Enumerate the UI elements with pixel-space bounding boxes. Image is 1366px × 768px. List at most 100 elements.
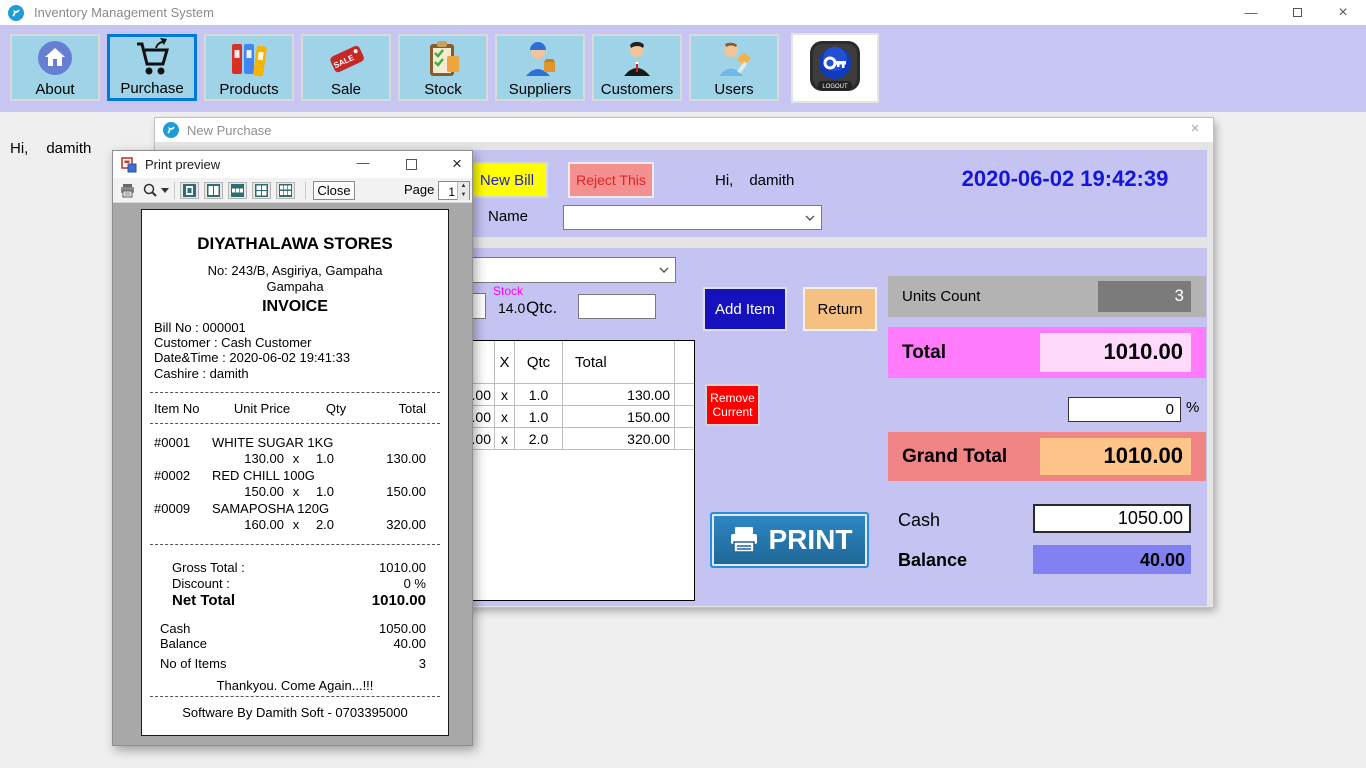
maximize-button[interactable] [1274,0,1320,25]
receipt-items-count-row: No of Items 3 [154,656,426,671]
two-page-view-button[interactable] [204,182,223,199]
six-page-view-button[interactable] [276,182,295,199]
print-preview-window: Print preview — × Close Page 1 ▲ ▼ DIYAT… [112,150,473,746]
user-key-icon [711,36,757,81]
chevron-down-icon [161,188,169,193]
toolbar-separator [174,182,175,199]
one-page-view-button[interactable] [180,182,199,199]
preview-minimize-button[interactable]: — [349,155,377,170]
grid-row[interactable]: .00 x 1.0 150.00 [438,406,694,428]
maximize-icon [406,159,417,170]
receipt-cash-row: Cash 1050.00 [154,621,426,636]
total-value: 1010.00 [1040,333,1191,372]
close-button[interactable]: × [1320,0,1366,25]
customer-name-combobox[interactable] [563,205,822,230]
home-icon [33,36,77,81]
return-button[interactable]: Return [803,287,877,331]
toolbar-button-purchase[interactable]: Purchase [107,34,197,101]
cart-icon [129,36,175,80]
receipt-cashier: Cashire : damith [154,366,249,381]
receipt-divider [150,696,440,697]
new-purchase-titlebar: New Purchase × [155,118,1213,142]
percent-label: % [1186,399,1199,416]
preview-close-button[interactable]: × [443,154,471,174]
sale-tag-icon: SALE [323,36,369,81]
toolbar-button-sale[interactable]: SALE Sale [301,34,391,101]
new-bill-button[interactable]: New Bill [466,162,548,198]
toolbar-button-users[interactable]: Users [689,34,779,101]
discount-input[interactable] [1068,397,1181,422]
printer-icon [727,525,761,555]
toolbar-button-products[interactable]: Products [204,34,294,101]
toolbar-button-about[interactable]: About [10,34,100,101]
four-page-view-button[interactable] [252,182,271,199]
receipt-balance-row: Balance 40.00 [154,636,426,651]
receipt-net-row: Net Total 1010.00 [154,592,426,609]
grid-row[interactable]: .00 x 2.0 320.00 [438,428,694,450]
units-count-label: Units Count [902,288,980,305]
preview-close-toolbar-button[interactable]: Close [313,181,355,200]
balance-value: 40.00 [1033,545,1191,574]
receipt-discount-row: Discount : 0 % [154,576,426,591]
grid-row[interactable]: .00 x 1.0 130.00 [438,384,694,406]
page-number: 1 [439,182,457,199]
print-icon-button[interactable] [119,183,136,198]
purchase-items-grid[interactable]: X Qtc Total .00 x 1.0 130.00 .00 x 1.0 1… [437,340,695,601]
customer-person-icon [614,36,660,81]
chevron-down-icon [805,215,815,221]
minimize-button[interactable]: — [1228,0,1274,25]
receipt-bill-no: Bill No : 000001 [154,320,246,335]
zoom-dropdown-button[interactable] [142,182,169,198]
cash-label: Cash [898,510,940,531]
spinner-down-icon[interactable]: ▼ [457,191,469,200]
binders-icon [226,36,272,81]
units-count-panel: Units Count 3 [888,276,1206,317]
grid-header-x: X [495,341,515,383]
magnifier-icon [142,182,158,198]
spinner-up-icon[interactable]: ▲ [457,182,469,191]
print-preview-titlebar: Print preview — × [113,151,472,178]
logout-label: LOGOUT [822,84,848,90]
receipt-store-name: DIYATHALAWA STORES [142,234,448,254]
toolbar-button-stock[interactable]: Stock [398,34,488,101]
total-panel: Total 1010.00 [888,327,1206,378]
toolbar-button-customers[interactable]: Customers [592,34,682,101]
add-item-button[interactable]: Add Item [703,287,787,331]
logout-key-icon: LOGOUT [804,37,866,99]
receipt-col-qty: Qty [312,401,360,416]
receipt-col-item: Item No [154,401,212,416]
total-label: Total [902,342,946,364]
grand-total-panel: Grand Total 1010.00 [888,432,1206,481]
toolbar-separator [305,182,306,199]
chevron-down-icon [659,267,669,273]
reject-this-button[interactable]: Reject This [568,162,654,198]
stock-value: 14.0 [498,300,525,316]
toolbar-button-suppliers[interactable]: Suppliers [495,34,585,101]
print-button[interactable]: PRINT [710,512,869,568]
app-titlebar: Inventory Management System — × [0,0,1366,25]
three-page-view-button[interactable] [228,182,247,199]
greeting-label: Hi, [10,140,28,157]
receipt-customer: Customer : Cash Customer [154,335,312,350]
receipt-item-row: #0002 RED CHILL 100G [154,468,426,483]
grand-total-value: 1010.00 [1040,438,1191,475]
printer-icon [119,183,136,198]
name-label: Name [488,208,528,225]
form-icon [121,157,137,173]
new-purchase-close-icon[interactable]: × [1185,120,1205,137]
receipt-divider [150,423,440,424]
page-spinner[interactable]: 1 ▲ ▼ [438,181,470,200]
preview-maximize-button[interactable] [397,157,425,175]
receipt-item-row: #0009 SAMAPOSHA 120G [154,501,426,516]
receipt-footer: Software By Damith Soft - 0703395000 [142,705,448,720]
receipt-item-amounts: 160.00 x 2.0 320.00 [154,517,426,532]
receipt-table-header: Item No Unit Price Qty Total [154,401,426,416]
receipt-gross-row: Gross Total : 1010.00 [154,560,426,575]
app-title: Inventory Management System [34,5,214,20]
logout-button[interactable]: LOGOUT [791,33,879,103]
remove-current-button[interactable]: RemoveCurrent [705,384,760,426]
qtc-input[interactable] [578,294,656,319]
clipboard-icon [420,36,466,81]
cash-input[interactable] [1033,504,1191,533]
receipt-address2: Gampaha [142,279,448,294]
